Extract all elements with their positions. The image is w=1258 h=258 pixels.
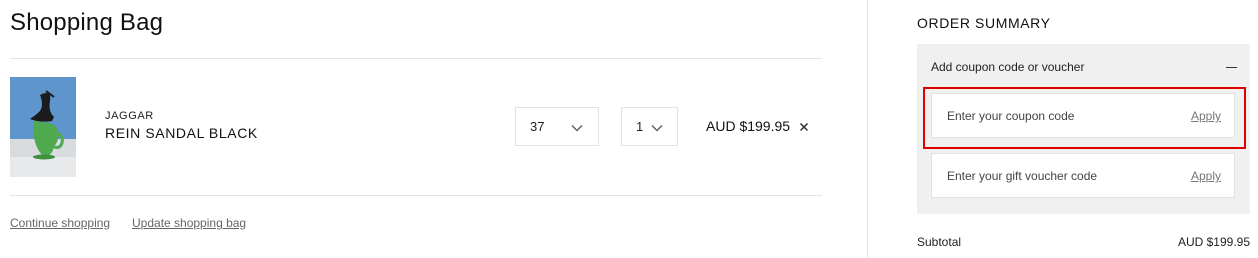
subtotal-value: AUD $199.95: [1177, 235, 1250, 249]
divider: [10, 195, 822, 196]
column-divider: [867, 0, 868, 258]
coupon-code-input[interactable]: Enter your coupon code: [947, 109, 1074, 123]
product-image[interactable]: [10, 77, 76, 177]
size-select[interactable]: 37: [515, 107, 599, 146]
subtotal-label: Subtotal: [917, 235, 962, 249]
apply-coupon-button[interactable]: Apply: [1191, 109, 1221, 123]
chevron-down-icon: [571, 124, 583, 132]
update-bag-link[interactable]: Update shopping bag: [132, 216, 246, 230]
size-value: 37: [530, 119, 545, 134]
quantity-select[interactable]: 1: [621, 107, 678, 146]
item-price: AUD $199.95: [706, 118, 791, 134]
gift-voucher-field[interactable]: Enter your gift voucher code Apply: [931, 153, 1235, 198]
gift-voucher-input[interactable]: Enter your gift voucher code: [947, 169, 1097, 183]
page-title: Shopping Bag: [10, 9, 164, 36]
close-icon: [799, 122, 809, 132]
order-summary-title: ORDER SUMMARY: [917, 15, 1051, 31]
chevron-down-icon: [651, 124, 663, 132]
continue-shopping-link[interactable]: Continue shopping: [10, 216, 110, 230]
minus-icon[interactable]: [1226, 67, 1237, 68]
divider: [10, 58, 822, 59]
product-photo: [10, 77, 76, 177]
quantity-value: 1: [636, 119, 644, 134]
remove-item-button[interactable]: [797, 119, 811, 135]
coupon-toggle-label[interactable]: Add coupon code or voucher: [931, 60, 1084, 74]
product-name[interactable]: REIN SANDAL BLACK: [105, 125, 258, 141]
apply-voucher-button[interactable]: Apply: [1191, 169, 1221, 183]
coupon-code-field[interactable]: Enter your coupon code Apply: [931, 93, 1235, 138]
product-brand: JAGGAR: [105, 110, 154, 122]
